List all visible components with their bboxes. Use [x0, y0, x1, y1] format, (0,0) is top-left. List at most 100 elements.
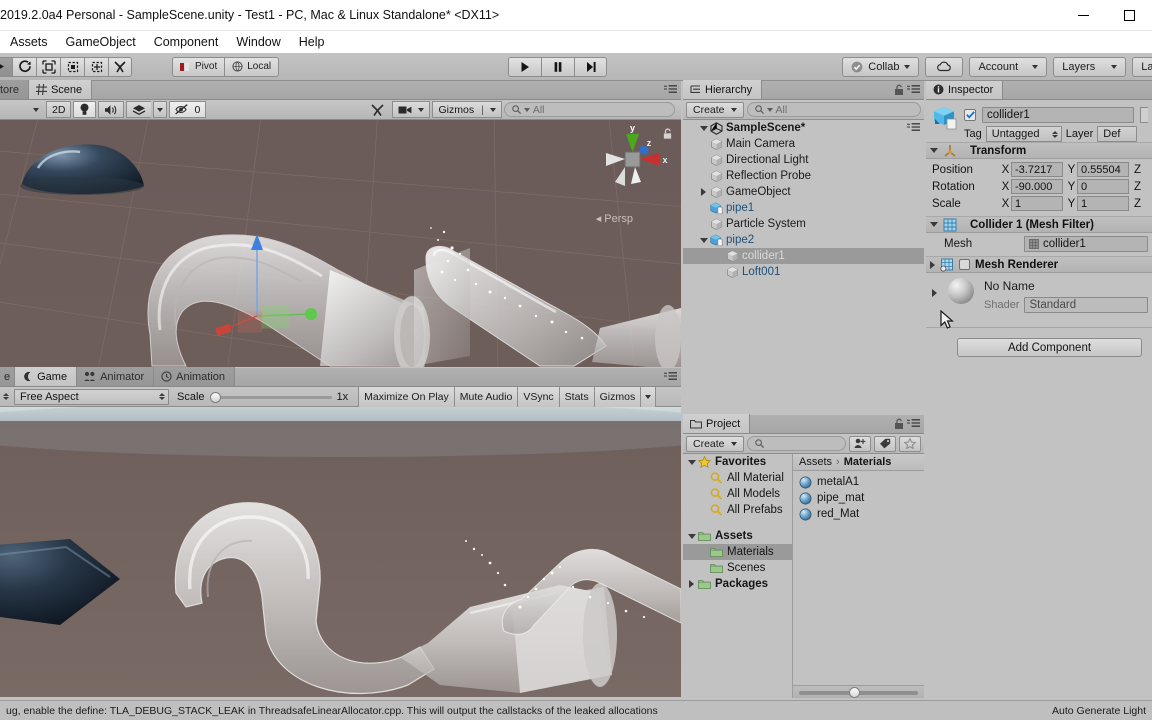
hierarchy-item-directional-light[interactable]: Directional Light [683, 152, 924, 168]
scene-axis-gizmo[interactable]: y x z [595, 122, 671, 202]
chevron-right-icon[interactable] [930, 260, 935, 269]
chevron-down-icon[interactable] [697, 125, 710, 131]
game-gizmos-button[interactable]: Gizmos [594, 386, 642, 407]
project-tree-item-all-prefabs[interactable]: All Prefabs [683, 502, 792, 518]
project-tree-item-all-models[interactable]: All Models [683, 486, 792, 502]
project-filter-label-button[interactable] [874, 435, 896, 452]
hand-tool-button[interactable] [0, 56, 12, 77]
project-tree-item-packages[interactable]: Packages [683, 576, 792, 592]
tab-asset-store[interactable]: tore [0, 80, 29, 99]
pivot-toggle-button[interactable]: Pivot [172, 56, 225, 77]
account-button[interactable]: Account [969, 56, 1048, 77]
hierarchy-item-pipe2[interactable]: pipe2 [683, 232, 924, 248]
project-asset-red_mat[interactable]: red_Mat [793, 506, 924, 522]
breadcrumb-materials[interactable]: Materials [844, 456, 892, 468]
scale-slider[interactable] [209, 391, 332, 403]
hierarchy-item-pipe1[interactable]: pipe1 [683, 200, 924, 216]
layers-button[interactable]: Layers [1053, 56, 1127, 77]
maximize-on-play-button[interactable]: Maximize On Play [358, 386, 455, 407]
scene-tools-button[interactable] [365, 101, 390, 118]
scene-camera-button[interactable] [392, 101, 431, 118]
scene-panel-menu-button[interactable] [664, 85, 677, 97]
hierarchy-item-main-camera[interactable]: Main Camera [683, 136, 924, 152]
transform-scale-y-input[interactable]: 1 [1077, 196, 1129, 211]
game-viewport[interactable] [0, 407, 681, 697]
chevron-down-icon[interactable] [930, 148, 938, 153]
minimize-button[interactable] [1060, 0, 1106, 31]
mesh-filter-component-header[interactable]: Collider 1 (Mesh Filter) [926, 216, 1152, 233]
shader-dropdown[interactable]: Standard [1024, 297, 1148, 313]
step-button[interactable] [574, 56, 607, 77]
stats-button[interactable]: Stats [559, 386, 595, 407]
transform-tool-button[interactable] [108, 56, 132, 77]
tab-hierarchy[interactable]: Hierarchy [683, 80, 763, 99]
layout-button[interactable]: Lay [1132, 56, 1152, 77]
scene-search-input[interactable]: All [503, 102, 676, 117]
hierarchy-search-input[interactable]: All [746, 102, 921, 117]
chevron-down-icon[interactable] [697, 237, 710, 243]
mute-audio-button[interactable]: Mute Audio [454, 386, 519, 407]
maximize-button[interactable] [1106, 0, 1152, 31]
hierarchy-menu-button[interactable] [907, 85, 920, 97]
toggle-2d-button[interactable]: 2D [46, 101, 72, 118]
tab-animation[interactable]: Animation [154, 367, 236, 386]
layer-dropdown[interactable]: Def [1097, 126, 1138, 142]
rotate-tool-button[interactable] [36, 56, 60, 77]
transform-position-x-input[interactable]: -3.7217 [1011, 162, 1063, 177]
game-display-stepper[interactable] [3, 393, 9, 400]
hierarchy-item-collider1[interactable]: collider1 [683, 248, 924, 264]
mesh-renderer-component-header[interactable]: Mesh Renderer [926, 256, 1152, 273]
mesh-object-field[interactable]: collider1 [1024, 235, 1148, 252]
tab-scene[interactable]: Scene [28, 80, 93, 99]
hierarchy-item-loft001[interactable]: Loft001 [683, 264, 924, 280]
scene-audio-button[interactable] [98, 101, 125, 118]
tab-project[interactable]: Project [683, 414, 751, 433]
status-message[interactable]: ug, enable the define: TLA_DEBUG_STACK_L… [6, 705, 658, 717]
static-toggle-clip[interactable] [1140, 107, 1148, 123]
project-create-button[interactable]: Create [686, 435, 744, 452]
scene-projection-label[interactable]: ◂ Persp [596, 212, 633, 225]
transform-component-header[interactable]: Transform [926, 142, 1152, 159]
transform-rotation-y-input[interactable]: 0 [1077, 179, 1129, 194]
project-tree[interactable]: Favorites All Material All Models All Prefa… [683, 454, 793, 698]
hierarchy-item-gameobject[interactable]: GameObject [683, 184, 924, 200]
project-tree-item-favorites[interactable]: Favorites [683, 454, 792, 470]
hierarchy-scene-root[interactable]: SampleScene* [683, 120, 924, 136]
menu-window[interactable]: Window [227, 35, 289, 49]
project-tree-item-all-material[interactable]: All Material [683, 470, 792, 486]
chevron-right-icon[interactable] [932, 289, 937, 297]
project-asset-pipe_mat[interactable]: pipe_mat [793, 490, 924, 506]
hierarchy-item-particle-system[interactable]: Particle System [683, 216, 924, 232]
hierarchy-lock-button[interactable] [894, 84, 904, 99]
scene-lighting-button[interactable] [73, 101, 97, 118]
draw-mode-dropdown[interactable] [2, 101, 44, 118]
transform-gizmo[interactable] [0, 120, 681, 367]
project-asset-metala1[interactable]: metalA1 [793, 474, 924, 490]
project-menu-button[interactable] [907, 419, 920, 431]
object-name-input[interactable]: collider1 [982, 107, 1134, 123]
hierarchy-create-button[interactable]: Create [686, 101, 744, 118]
project-favorite-button[interactable] [899, 435, 921, 452]
chevron-down-icon[interactable] [930, 222, 938, 227]
scene-lock-icon[interactable] [662, 128, 673, 143]
menu-assets[interactable]: Assets [0, 35, 57, 49]
cloud-button[interactable] [925, 56, 964, 77]
tab-inspector[interactable]: Inspector [926, 81, 1004, 99]
scale-tool-button[interactable] [60, 56, 84, 77]
project-horizontal-scrollbar[interactable] [793, 685, 924, 698]
tab-game[interactable]: Game [15, 367, 78, 386]
game-gizmos-dropdown[interactable] [641, 386, 657, 407]
local-toggle-button[interactable]: Local [224, 56, 280, 77]
object-enabled-checkbox[interactable] [964, 109, 976, 121]
auto-generate-lighting-label[interactable]: Auto Generate Light [1052, 705, 1146, 717]
tab-animator[interactable]: Animator [77, 367, 155, 386]
project-filter-type-button[interactable] [849, 435, 871, 452]
aspect-ratio-dropdown[interactable]: Free Aspect [14, 388, 169, 405]
mesh-renderer-enabled-checkbox[interactable] [959, 259, 970, 270]
chevron-right-icon[interactable] [697, 188, 710, 196]
transform-scale-x-input[interactable]: 1 [1011, 196, 1063, 211]
project-tree-item-scenes[interactable]: Scenes [683, 560, 792, 576]
breadcrumb-assets[interactable]: Assets [799, 456, 832, 468]
chevron-down-icon[interactable] [685, 459, 698, 465]
transform-rotation-x-input[interactable]: -90.000 [1011, 179, 1063, 194]
